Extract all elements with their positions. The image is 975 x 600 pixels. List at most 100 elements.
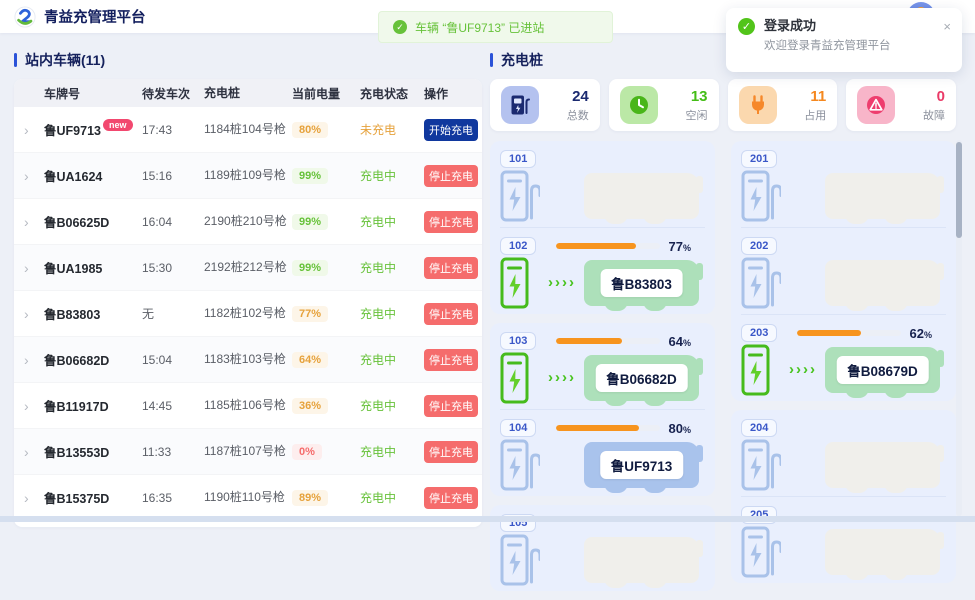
gun-number-badge: 204 [741,419,777,437]
pile-slot-203: 203 62% ›››› 鲁B08679D [741,314,946,401]
soc-progress-bar: 80% [556,421,691,436]
bus-plate: 鲁UF9713 [600,451,684,479]
brand-logo-icon [14,6,36,28]
charging-flow-arrows: ›››› [548,369,576,386]
battery-badge: 99% [292,214,328,230]
title-accent-bar [490,53,493,67]
gun-number-badge: 202 [741,237,777,255]
pile-grid: 101 102 77% ›››› 鲁B83803 [490,141,956,600]
stat-value: 0 [923,88,945,105]
empty-bus-silhouette [825,260,940,306]
empty-bus-silhouette [825,442,940,488]
table-row: › 鲁B83803 无 1182桩102号枪 77% 充电中 停止充电 [14,291,482,337]
charger-pile-icon [500,534,540,586]
expand-row-icon[interactable]: › [24,398,29,414]
stop-charge-button[interactable]: 停止充电 [424,211,478,233]
stop-charge-button[interactable]: 停止充电 [424,395,478,417]
toast-arrival-text: 车辆 “鲁UF9713” 已进站 [415,19,544,36]
depart-time: 11:33 [142,445,204,459]
soc-percent: 62% [910,326,932,341]
pile-column: 101 102 77% ›››› 鲁B83803 [490,141,715,600]
battery-badge: 64% [292,352,328,368]
depart-time: 14:45 [142,399,204,413]
table-row: › 鲁B06625D 16:04 2190桩210号枪 99% 充电中 停止充电 [14,199,482,245]
column-header: 车牌号 [44,85,142,102]
pile-group: 103 64% ›››› 鲁B06682D 104 80% [490,323,715,496]
soc-percent: 77% [669,239,691,254]
close-icon[interactable]: × [943,20,951,33]
pile-slot-103: 103 64% ›››› 鲁B06682D [500,323,705,409]
vehicles-section-title: 站内车辆(11) [14,50,482,70]
stat-label: 故障 [923,107,945,123]
expand-row-icon[interactable]: › [24,260,29,276]
stop-charge-button[interactable]: 停止充电 [424,303,478,325]
gun-number-badge: 104 [500,419,536,437]
charging-flow-arrows: ›››› [789,361,817,378]
battery-badge: 77% [292,306,328,322]
depart-time: 无 [142,305,204,322]
charger-pile-icon [741,526,781,578]
plate-number: 鲁B06625D [44,216,109,230]
empty-bus-silhouette [825,173,940,219]
toast-vehicle-arrival: ✓ 车辆 “鲁UF9713” 已进站 [378,11,613,43]
stat-label: 总数 [567,107,589,123]
stat-value: 11 [804,88,826,105]
pile-slot-204: 204 [741,410,946,496]
pile-name: 2190桩210号枪 [204,213,292,230]
plate-number: 鲁B15375D [44,492,109,506]
stop-charge-button[interactable]: 停止充电 [424,441,478,463]
gun-number-badge: 102 [500,237,536,255]
stop-charge-button[interactable]: 停止充电 [424,165,478,187]
plate-number: 鲁B11917D [44,400,109,414]
pile-slot-205: 205 [741,496,946,583]
expand-row-icon[interactable]: › [24,214,29,230]
gun-number-badge: 101 [500,150,536,168]
stat-value: 24 [567,88,589,105]
vertical-scrollbar-thumb[interactable] [956,142,962,238]
battery-badge: 99% [292,260,328,276]
column-header: 待发车次 [142,85,204,102]
pile-group: 201 202 203 62% [731,141,956,401]
pile-name: 1187桩107号枪 [204,443,292,460]
stop-charge-button[interactable]: 停止充电 [424,487,478,509]
empty-bus-silhouette [825,529,940,575]
depart-time: 17:43 [142,123,204,137]
stop-charge-button[interactable]: 停止充电 [424,257,478,279]
piles-title-text: 充电桩 [501,50,543,70]
depart-time: 16:04 [142,215,204,229]
charging-flow-arrows: ›››› [548,274,576,291]
pile-name: 1183桩103号枪 [204,351,292,368]
title-accent-bar [14,53,17,67]
bus-silhouette: 鲁UF9713 [584,442,699,488]
expand-row-icon[interactable]: › [24,122,29,138]
column-header: 操作 [424,85,472,102]
charger-pile-icon [741,170,781,222]
soc-percent: 80% [669,421,691,436]
stat-card-故障: 0 故障 [846,79,956,131]
vehicles-table: 车牌号待发车次充电桩当前电量充电状态操作 › 鲁UF9713new 17:43 … [14,79,482,527]
stop-charge-button[interactable]: 停止充电 [424,349,478,371]
stat-label: 空闲 [686,107,708,123]
bus-silhouette: 鲁B83803 [584,260,699,306]
toast-login-message: 欢迎登录青益充管理平台 [764,37,891,53]
soc-progress-bar: 77% [556,239,691,254]
pile-slot-104: 104 80% 鲁UF9713 [500,409,705,496]
charger-pile-icon [500,170,540,222]
stat-card-空闲: 13 空闲 [609,79,719,131]
start-charge-button[interactable]: 开始充电 [424,119,478,141]
expand-row-icon[interactable]: › [24,490,29,506]
expand-row-icon[interactable]: › [24,168,29,184]
plate-number: 鲁B83803 [44,308,100,322]
pile-name: 1182桩102号枪 [204,305,292,322]
pile-name: 1189桩109号枪 [204,167,292,184]
depart-time: 15:04 [142,353,204,367]
soc-progress-bar: 64% [556,334,691,349]
horizontal-scrollbar[interactable] [0,516,975,522]
expand-row-icon[interactable]: › [24,444,29,460]
expand-row-icon[interactable]: › [24,306,29,322]
table-row: › 鲁B13553D 11:33 1187桩107号枪 0% 充电中 停止充电 [14,429,482,475]
table-row: › 鲁B06682D 15:04 1183桩103号枪 64% 充电中 停止充电 [14,337,482,383]
pile-column: 201 202 203 62% [731,141,956,600]
expand-row-icon[interactable]: › [24,352,29,368]
gun-number-badge: 201 [741,150,777,168]
